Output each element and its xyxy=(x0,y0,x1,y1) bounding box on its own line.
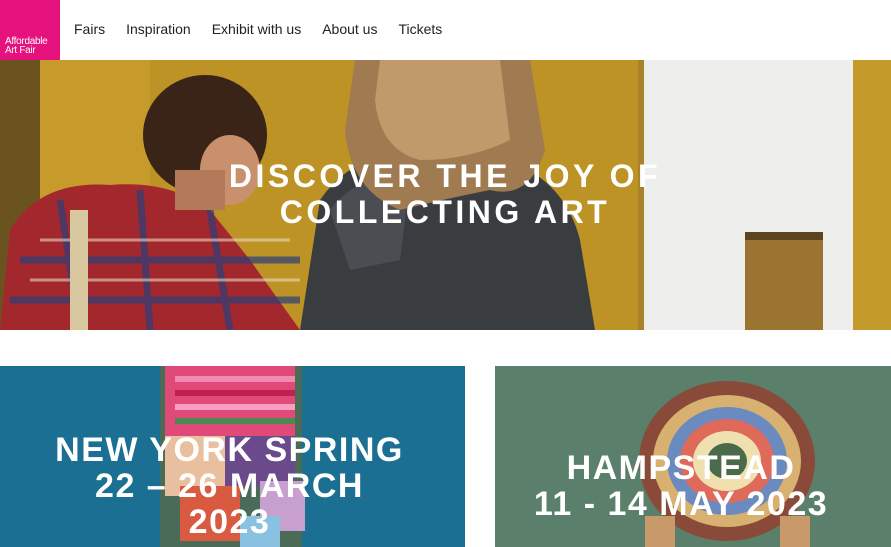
hampstead-dates: 11 - 14 MAY 2023 xyxy=(533,485,829,523)
hero-title-line2: COLLECTING ART xyxy=(279,194,611,230)
new-york-title: NEW YORK SPRING xyxy=(55,431,404,469)
main-nav: Fairs Inspiration Exhibit with us About … xyxy=(74,21,463,37)
nav-item-exhibit-with-us[interactable]: Exhibit with us xyxy=(212,21,301,37)
fair-card-hampstead[interactable]: HAMPSTEAD 11 - 14 MAY 2023 xyxy=(495,366,891,547)
site-header: Affordable Art Fair Fairs Inspiration Ex… xyxy=(0,0,891,60)
nav-item-about-us[interactable]: About us xyxy=(322,21,377,37)
new-york-dates: 22 – 26 MARCH xyxy=(95,467,364,505)
nav-item-fairs[interactable]: Fairs xyxy=(74,21,105,37)
fair-card-new-york-spring[interactable]: NEW YORK SPRING 22 – 26 MARCH 2023 xyxy=(0,366,465,547)
hampstead-title: HAMPSTEAD xyxy=(566,449,796,487)
logo-line-2: Art Fair xyxy=(5,45,36,56)
hampstead-card-text: HAMPSTEAD 11 - 14 MAY 2023 xyxy=(495,450,879,522)
affordable-art-fair-logo[interactable]: Affordable Art Fair xyxy=(0,0,60,60)
hero-banner: DISCOVER THE JOY OF COLLECTING ART xyxy=(0,60,891,330)
new-york-card-text: NEW YORK SPRING 22 – 26 MARCH 2023 xyxy=(0,432,462,540)
new-york-year: 2023 xyxy=(188,503,271,541)
nav-item-tickets[interactable]: Tickets xyxy=(398,21,442,37)
hero-title: DISCOVER THE JOY OF COLLECTING ART xyxy=(0,158,891,230)
nav-item-inspiration[interactable]: Inspiration xyxy=(126,21,191,37)
hero-title-line1: DISCOVER THE JOY OF xyxy=(228,158,662,194)
